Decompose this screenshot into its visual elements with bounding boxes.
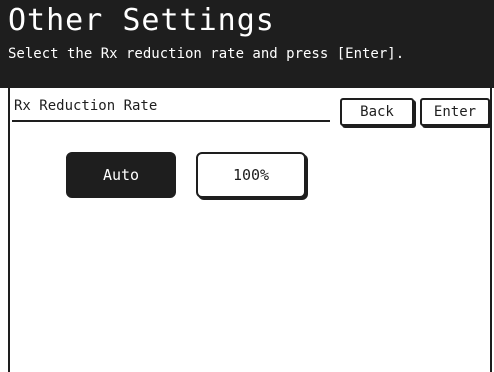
option-100-percent-button[interactable]: 100% bbox=[196, 152, 306, 198]
back-button[interactable]: Back bbox=[340, 98, 414, 126]
page-title: Other Settings bbox=[8, 3, 275, 38]
content-frame bbox=[8, 88, 492, 372]
option-auto-button[interactable]: Auto bbox=[66, 152, 176, 198]
section-label: Rx Reduction Rate bbox=[14, 98, 158, 114]
instruction-text: Select the Rx reduction rate and press [… bbox=[8, 46, 405, 62]
section-underline bbox=[12, 120, 330, 122]
enter-button[interactable]: Enter bbox=[420, 98, 490, 126]
header-bar: Other Settings Select the Rx reduction r… bbox=[0, 0, 494, 88]
